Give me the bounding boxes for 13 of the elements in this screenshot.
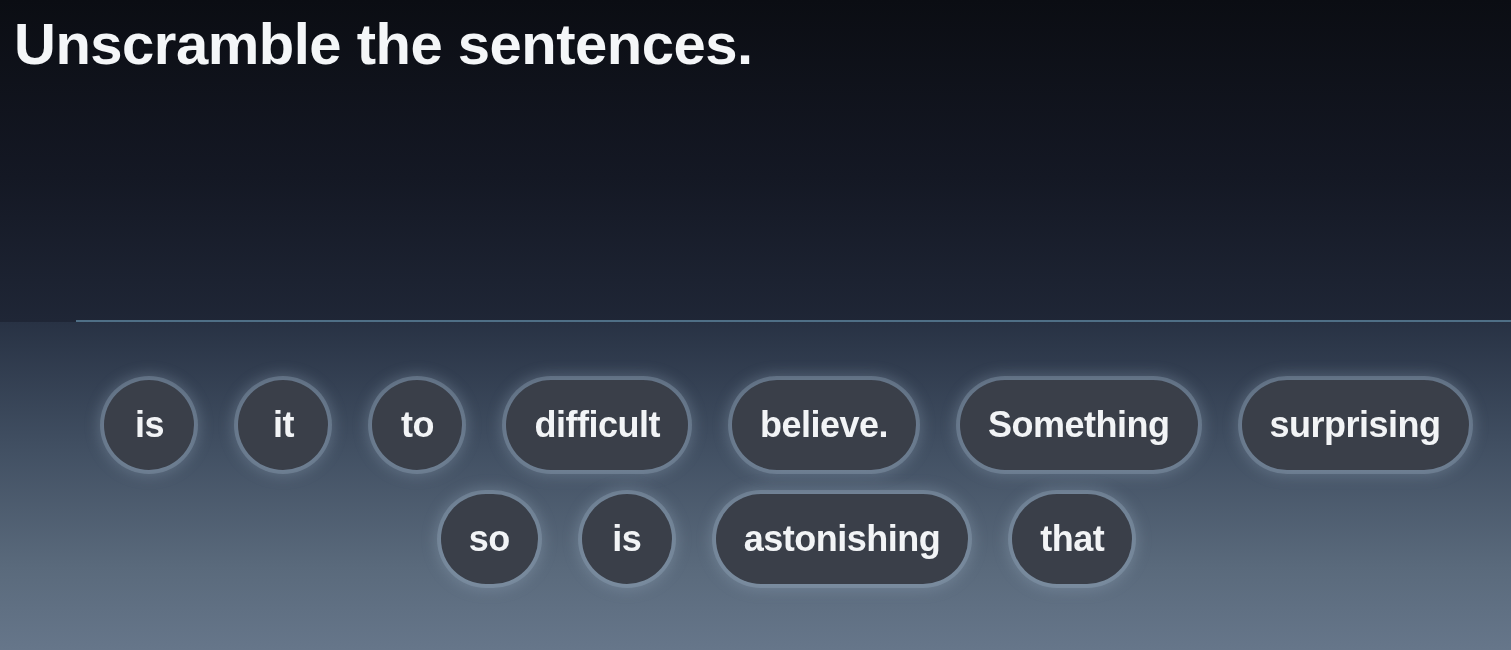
word-tile[interactable]: it (238, 380, 329, 470)
word-tile[interactable]: surprising (1241, 380, 1469, 470)
instruction-title: Unscramble the sentences. (13, 10, 753, 78)
word-tile[interactable]: astonishing (715, 494, 969, 584)
word-tile[interactable]: is (104, 380, 195, 470)
word-tile[interactable]: difficult (506, 380, 688, 470)
word-tile[interactable]: so (440, 494, 538, 584)
word-tile[interactable]: believe. (731, 380, 916, 470)
word-tile[interactable]: is (581, 494, 672, 584)
word-tile[interactable]: to (372, 380, 463, 470)
word-tile[interactable]: Something (960, 380, 1198, 470)
word-tile[interactable]: that (1012, 494, 1133, 584)
answer-line[interactable] (76, 320, 1511, 322)
